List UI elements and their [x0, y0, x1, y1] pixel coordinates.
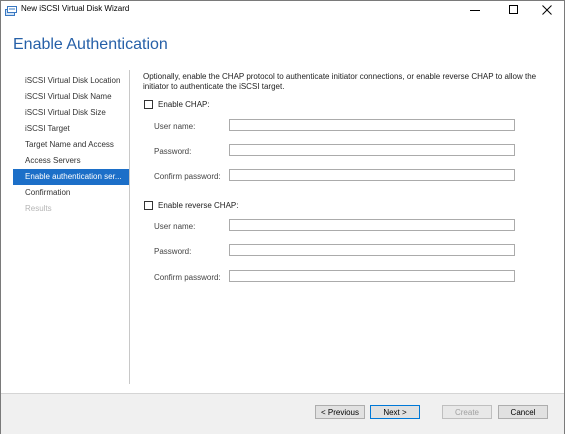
close-button[interactable]	[534, 1, 560, 18]
nav-step-target-name-access[interactable]: Target Name and Access	[13, 137, 129, 153]
chap-confirm-password-input[interactable]	[229, 169, 515, 181]
enable-reverse-chap-label: Enable reverse CHAP:	[158, 201, 239, 210]
nav-step-disk-location[interactable]: iSCSI Virtual Disk Location	[13, 73, 129, 89]
chap-user-name-input[interactable]	[229, 119, 515, 131]
previous-button[interactable]: < Previous	[315, 405, 365, 419]
nav-step-disk-size[interactable]: iSCSI Virtual Disk Size	[13, 105, 129, 121]
page-title: Enable Authentication	[13, 36, 168, 53]
minimize-icon	[470, 9, 480, 11]
reverse-chap-user-name-label: User name:	[154, 222, 196, 231]
minimize-button[interactable]	[462, 1, 488, 18]
close-icon	[542, 4, 552, 15]
reverse-chap-confirm-password-input[interactable]	[229, 270, 515, 282]
nav-step-access-servers[interactable]: Access Servers	[13, 153, 129, 169]
nav-divider	[129, 70, 130, 384]
chap-password-input[interactable]	[229, 144, 515, 156]
window-title: New iSCSI Virtual Disk Wizard	[21, 4, 130, 13]
nav-step-iscsi-target[interactable]: iSCSI Target	[13, 121, 129, 137]
page-description: Optionally, enable the CHAP protocol to …	[143, 72, 537, 91]
nav-step-disk-name[interactable]: iSCSI Virtual Disk Name	[13, 89, 129, 105]
chap-password-label: Password:	[154, 147, 192, 156]
chap-user-name-label: User name:	[154, 122, 196, 131]
nav-step-confirmation[interactable]: Confirmation	[13, 185, 129, 201]
wizard-steps-nav: iSCSI Virtual Disk Location iSCSI Virtua…	[13, 73, 129, 217]
chap-confirm-password-label: Confirm password:	[154, 172, 221, 181]
enable-chap-row[interactable]: Enable CHAP:	[144, 100, 210, 109]
maximize-icon	[509, 4, 518, 14]
enable-reverse-chap-row[interactable]: Enable reverse CHAP:	[144, 201, 238, 210]
nav-step-results: Results	[25, 204, 52, 213]
reverse-chap-password-input[interactable]	[229, 244, 515, 256]
wizard-window: New iSCSI Virtual Disk Wizard Enable Aut…	[0, 0, 565, 434]
enable-chap-label: Enable CHAP:	[158, 100, 210, 109]
reverse-chap-password-label: Password:	[154, 247, 192, 256]
nav-step-enable-authentication[interactable]: Enable authentication ser...	[13, 169, 129, 185]
wizard-app-icon	[5, 4, 17, 16]
maximize-button[interactable]	[501, 1, 527, 18]
cancel-button[interactable]: Cancel	[498, 405, 548, 419]
reverse-chap-user-name-input[interactable]	[229, 219, 515, 231]
reverse-chap-confirm-password-label: Confirm password:	[154, 273, 221, 282]
create-button: Create	[442, 405, 492, 419]
next-button[interactable]: Next >	[370, 405, 420, 419]
enable-reverse-chap-checkbox[interactable]	[144, 201, 153, 210]
enable-chap-checkbox[interactable]	[144, 100, 153, 109]
title-bar: New iSCSI Virtual Disk Wizard	[1, 1, 564, 19]
